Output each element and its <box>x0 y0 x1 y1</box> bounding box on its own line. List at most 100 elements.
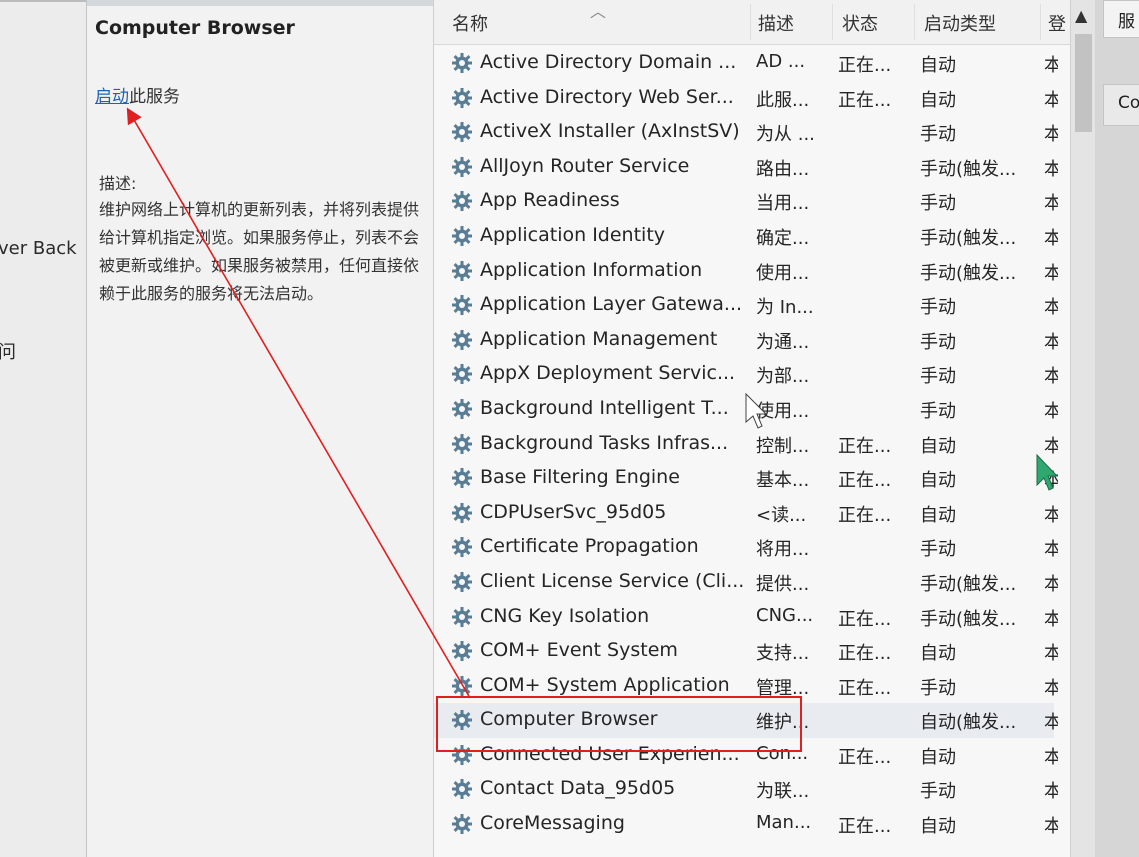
clipped-text-2: 问 <box>0 338 16 364</box>
table-row[interactable]: COM+ Event System 支持... 正在... 自动 本 <box>434 634 1058 669</box>
table-row[interactable]: Application Management 为通... 手动 本 <box>434 323 1058 358</box>
column-header-status[interactable]: 状态 <box>842 10 878 36</box>
service-status: 正在... <box>838 816 892 838</box>
gear-icon <box>450 293 474 317</box>
table-row[interactable]: Active Directory Domain ... AD ... 正在...… <box>434 46 1058 81</box>
table-row[interactable]: ActiveX Installer (AxInstSV) 为从 ... 手动 本 <box>434 115 1058 150</box>
service-logon: 本 <box>1044 677 1058 699</box>
gear-icon <box>450 743 474 767</box>
service-status: 正在... <box>838 504 892 526</box>
service-logon: 本 <box>1044 331 1058 353</box>
scroll-thumb[interactable] <box>1075 34 1092 132</box>
service-logon: 本 <box>1044 89 1058 111</box>
service-name: Active Directory Web Ser... <box>480 85 734 108</box>
service-logon: 本 <box>1044 781 1058 803</box>
service-description: 支持... <box>756 643 810 665</box>
service-rows: Active Directory Domain ... AD ... 正在...… <box>434 46 1058 842</box>
start-service-link[interactable]: 启动 <box>95 87 129 107</box>
service-startup-type: 自动 <box>920 470 956 492</box>
service-logon: 本 <box>1044 746 1058 768</box>
service-logon: 本 <box>1044 55 1058 76</box>
service-description: 提供... <box>756 573 810 595</box>
service-logon: 本 <box>1044 262 1058 284</box>
table-row[interactable]: CDPUserSvc_95d05 <读... 正在... 自动 本 <box>434 496 1058 531</box>
gear-icon <box>450 120 474 144</box>
column-divider[interactable] <box>914 4 915 40</box>
list-header: ︿ 名称 描述 状态 启动类型 登 <box>434 0 1070 45</box>
vertical-scrollbar[interactable]: ▲ <box>1070 0 1095 857</box>
column-header-logon[interactable]: 登 <box>1048 10 1066 36</box>
table-row[interactable]: CoreMessaging Man... 正在... 自动 本 <box>434 807 1058 842</box>
service-startup-type: 自动 <box>920 816 956 838</box>
table-row[interactable]: Active Directory Web Ser... 此服... 正在... … <box>434 81 1058 116</box>
table-row[interactable]: Application Information 使用... 手动(触发... 本 <box>434 254 1058 289</box>
column-divider[interactable] <box>832 4 833 40</box>
service-name: Connected User Experien... <box>480 742 740 765</box>
service-logon: 本 <box>1044 227 1058 249</box>
column-divider[interactable] <box>1040 4 1041 40</box>
service-status: 正在... <box>838 746 892 768</box>
clipped-text-1: ver Back <box>0 238 77 259</box>
scroll-up-icon[interactable]: ▲ <box>1075 6 1087 25</box>
start-service-line: 启动此服务 <box>95 82 180 107</box>
service-description: AD ... <box>756 51 806 72</box>
table-row[interactable]: Application Identity 确定... 手动(触发... 本 <box>434 219 1058 254</box>
column-header-description[interactable]: 描述 <box>758 10 794 36</box>
gear-icon <box>450 397 474 421</box>
table-row[interactable]: AppX Deployment Servic... 为部... 手动 本 <box>434 357 1058 392</box>
service-name: Contact Data_95d05 <box>480 777 676 800</box>
column-header-name[interactable]: 名称 <box>452 10 488 36</box>
service-startup-type: 手动 <box>920 193 956 215</box>
service-logon: 本 <box>1044 643 1058 665</box>
service-name: Application Information <box>480 258 703 281</box>
table-row[interactable]: CNG Key Isolation CNG... 正在... 手动(触发... … <box>434 600 1058 635</box>
clipped-tab-2[interactable]: Co <box>1103 84 1139 126</box>
column-header-startup-type[interactable]: 启动类型 <box>924 10 996 36</box>
service-logon: 本 <box>1044 608 1058 630</box>
service-startup-type: 手动 <box>920 781 956 803</box>
gear-icon <box>450 605 474 629</box>
service-logon: 本 <box>1044 816 1058 838</box>
table-row[interactable]: Application Layer Gatewa... 为 In... 手动 本 <box>434 288 1058 323</box>
gear-icon <box>450 51 474 75</box>
service-startup-type: 手动 <box>920 677 956 699</box>
service-startup-type: 手动 <box>920 297 956 319</box>
service-name: COM+ Event System <box>480 639 678 662</box>
service-name: Background Intelligent T... <box>480 396 729 419</box>
service-status: 正在... <box>838 55 892 76</box>
table-row[interactable]: Certificate Propagation 将用... 手动 本 <box>434 530 1058 565</box>
service-title: Computer Browser <box>95 17 295 39</box>
gear-icon <box>450 570 474 594</box>
service-description: 使用... <box>756 400 810 422</box>
service-logon: 本 <box>1044 539 1058 561</box>
table-row[interactable]: Client License Service (Cli... 提供... 手动(… <box>434 565 1058 600</box>
service-startup-type: 自动(触发... <box>920 712 1017 734</box>
gear-icon <box>450 155 474 179</box>
service-startup-type: 自动 <box>920 435 956 457</box>
table-row[interactable]: Background Intelligent T... 使用... 手动 本 <box>434 392 1058 427</box>
service-description: 使用... <box>756 262 810 284</box>
table-row[interactable]: Contact Data_95d05 为联... 手动 本 <box>434 772 1058 807</box>
service-startup-type: 手动 <box>920 539 956 561</box>
clipped-tab-1[interactable]: 服 <box>1103 0 1139 38</box>
table-row[interactable]: Computer Browser 维护... 自动(触发... 本 <box>434 703 1058 738</box>
service-status: 正在... <box>838 89 892 111</box>
service-description: 此服... <box>756 89 810 111</box>
service-startup-type: 手动 <box>920 124 956 146</box>
description-label: 描述: <box>99 174 137 193</box>
service-name: AllJoyn Router Service <box>480 154 690 177</box>
service-description: 为部... <box>756 366 810 388</box>
table-row[interactable]: COM+ System Application 管理... 正在... 手动 本 <box>434 669 1058 704</box>
service-startup-type: 自动 <box>920 643 956 665</box>
column-divider[interactable] <box>750 4 751 40</box>
service-startup-type: 手动 <box>920 400 956 422</box>
background-window-left: ver Back 问 <box>0 0 87 857</box>
service-name: Application Layer Gatewa... <box>480 293 743 316</box>
gear-icon <box>450 224 474 248</box>
table-row[interactable]: App Readiness 当用... 手动 本 <box>434 184 1058 219</box>
table-row[interactable]: Background Tasks Infras... 控制... 正在... 自… <box>434 427 1058 462</box>
gear-icon <box>450 639 474 663</box>
table-row[interactable]: Base Filtering Engine 基本... 正在... 自动 本 <box>434 461 1058 496</box>
table-row[interactable]: AllJoyn Router Service 路由... 手动(触发... 本 <box>434 150 1058 185</box>
table-row[interactable]: Connected User Experien... Con... 正在... … <box>434 738 1058 773</box>
